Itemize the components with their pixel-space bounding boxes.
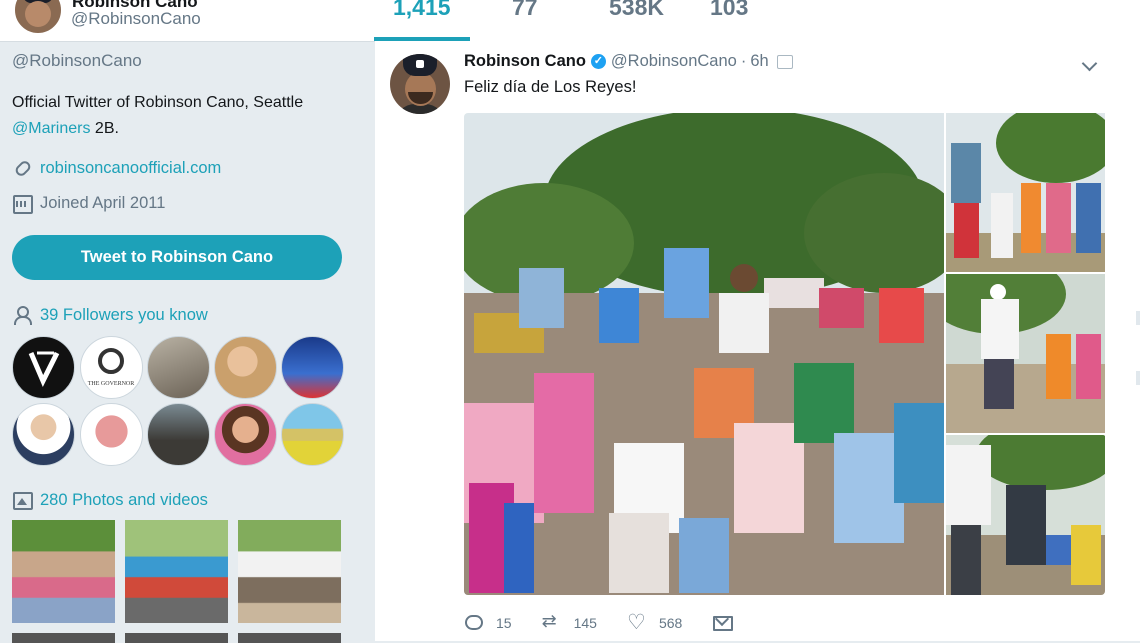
chevron-down-icon[interactable] xyxy=(1081,55,1098,72)
stat-following-value: 77 xyxy=(512,0,538,20)
retweet-button[interactable]: 145 xyxy=(542,611,597,632)
follower-avatar[interactable] xyxy=(80,403,143,466)
profile-joined-row: Joined April 2011 xyxy=(12,193,166,214)
profile-joined-date: Joined April 2011 xyxy=(40,193,166,212)
tweet-author-handle[interactable]: @RobinsonCano xyxy=(611,52,737,71)
calendar-icon xyxy=(12,193,33,214)
calendar-icon xyxy=(776,54,793,69)
tweet-text: Feliz día de Los Reyes! xyxy=(464,78,637,96)
tweet-author-avatar[interactable] xyxy=(390,54,450,114)
media-thumbnail[interactable] xyxy=(125,520,228,623)
stat-following[interactable]: 77 xyxy=(512,0,538,21)
governor-logo-text: THE GOVERNOR xyxy=(88,381,135,387)
tweet-photo-main[interactable] xyxy=(464,113,944,595)
mini-profile-handle: @RobinsonCano xyxy=(71,9,201,28)
reply-count: 15 xyxy=(496,615,512,631)
tweet-to-button[interactable]: Tweet to Robinson Cano xyxy=(12,235,342,280)
followers-you-know-row[interactable]: 39 Followers you know xyxy=(12,305,208,325)
envelope-icon xyxy=(712,614,734,632)
stat-likes-value: 103 xyxy=(710,0,749,20)
retweet-count: 145 xyxy=(573,615,597,631)
tweet-photo-4[interactable] xyxy=(946,435,1105,595)
reply-button[interactable]: 15 xyxy=(464,614,512,632)
retweet-icon xyxy=(542,611,562,632)
stat-followers-value: 538K xyxy=(609,0,664,20)
profile-website-link[interactable]: robinsoncanoofficial.com xyxy=(40,159,221,178)
stat-followers[interactable]: 538K xyxy=(609,0,664,21)
photos-videos-row[interactable]: 280 Photos and videos xyxy=(12,490,208,510)
follower-avatar[interactable] xyxy=(12,336,75,399)
link-icon xyxy=(12,158,32,178)
profile-bio: Official Twitter of Robinson Cano, Seatt… xyxy=(12,90,352,142)
photo-icon xyxy=(12,490,33,510)
media-thumbnail[interactable] xyxy=(12,633,115,643)
tweet-actions: 15 145 568 xyxy=(464,610,774,635)
reply-icon xyxy=(464,614,484,632)
photo-kids-with-toys xyxy=(464,113,944,595)
follower-avatar[interactable]: THE GOVERNOR xyxy=(80,336,143,399)
followers-you-know-link[interactable]: 39 Followers you know xyxy=(40,306,208,325)
tweet-photo-3[interactable] xyxy=(946,274,1105,433)
like-count: 568 xyxy=(658,615,683,631)
tweet-card[interactable]: Robinson Cano ✓ @RobinsonCano · 6h Feliz… xyxy=(375,41,1120,641)
follower-avatar[interactable] xyxy=(214,403,277,466)
follower-avatar[interactable] xyxy=(147,336,210,399)
heart-icon xyxy=(627,610,647,635)
verified-badge-icon: ✓ xyxy=(590,54,606,69)
tweet-header: Robinson Cano ✓ @RobinsonCano · 6h xyxy=(464,52,793,71)
follower-avatar[interactable] xyxy=(281,403,344,466)
person-icon xyxy=(12,305,32,325)
profile-nav-bar: Robinson Cano @RobinsonCano 1,415 77 538… xyxy=(0,0,1140,42)
media-thumbnail[interactable] xyxy=(238,520,341,623)
tweet-separator-dot: · xyxy=(740,52,747,70)
governor-logo-icon: THE GOVERNOR xyxy=(88,348,135,387)
bio-suffix: 2B. xyxy=(90,120,119,137)
tweet-author-name[interactable]: Robinson Cano xyxy=(464,52,586,71)
photos-videos-link[interactable]: 280 Photos and videos xyxy=(40,491,208,510)
follower-avatar[interactable] xyxy=(281,336,344,399)
bio-mention-link[interactable]: @Mariners xyxy=(12,120,90,137)
follower-avatar[interactable] xyxy=(214,336,277,399)
right-column-edge xyxy=(1120,41,1140,641)
profile-handle[interactable]: @RobinsonCano xyxy=(12,51,142,71)
tweet-timestamp[interactable]: 6h xyxy=(750,52,768,71)
media-thumbnail[interactable] xyxy=(125,633,228,643)
follower-avatar[interactable] xyxy=(147,403,210,466)
bio-text: Official Twitter of Robinson Cano, Seatt… xyxy=(12,94,304,111)
media-thumbnail[interactable] xyxy=(12,520,115,623)
stat-tweets-value: 1,415 xyxy=(393,0,451,20)
stat-likes[interactable]: 103 xyxy=(710,0,748,21)
profile-website-row: robinsoncanoofficial.com xyxy=(12,158,221,178)
follower-avatar[interactable] xyxy=(12,403,75,466)
like-button[interactable]: 568 xyxy=(627,610,683,635)
direct-message-button[interactable] xyxy=(712,614,744,632)
media-thumbnail[interactable] xyxy=(238,633,341,643)
profile-sidebar: @RobinsonCano Official Twitter of Robins… xyxy=(0,41,370,643)
v-logo-icon xyxy=(28,351,60,387)
tweet-media[interactable] xyxy=(464,113,1105,595)
mini-avatar[interactable] xyxy=(12,0,64,36)
stat-tweets[interactable]: 1,415 xyxy=(393,0,451,21)
tweet-photo-2[interactable] xyxy=(946,113,1105,272)
